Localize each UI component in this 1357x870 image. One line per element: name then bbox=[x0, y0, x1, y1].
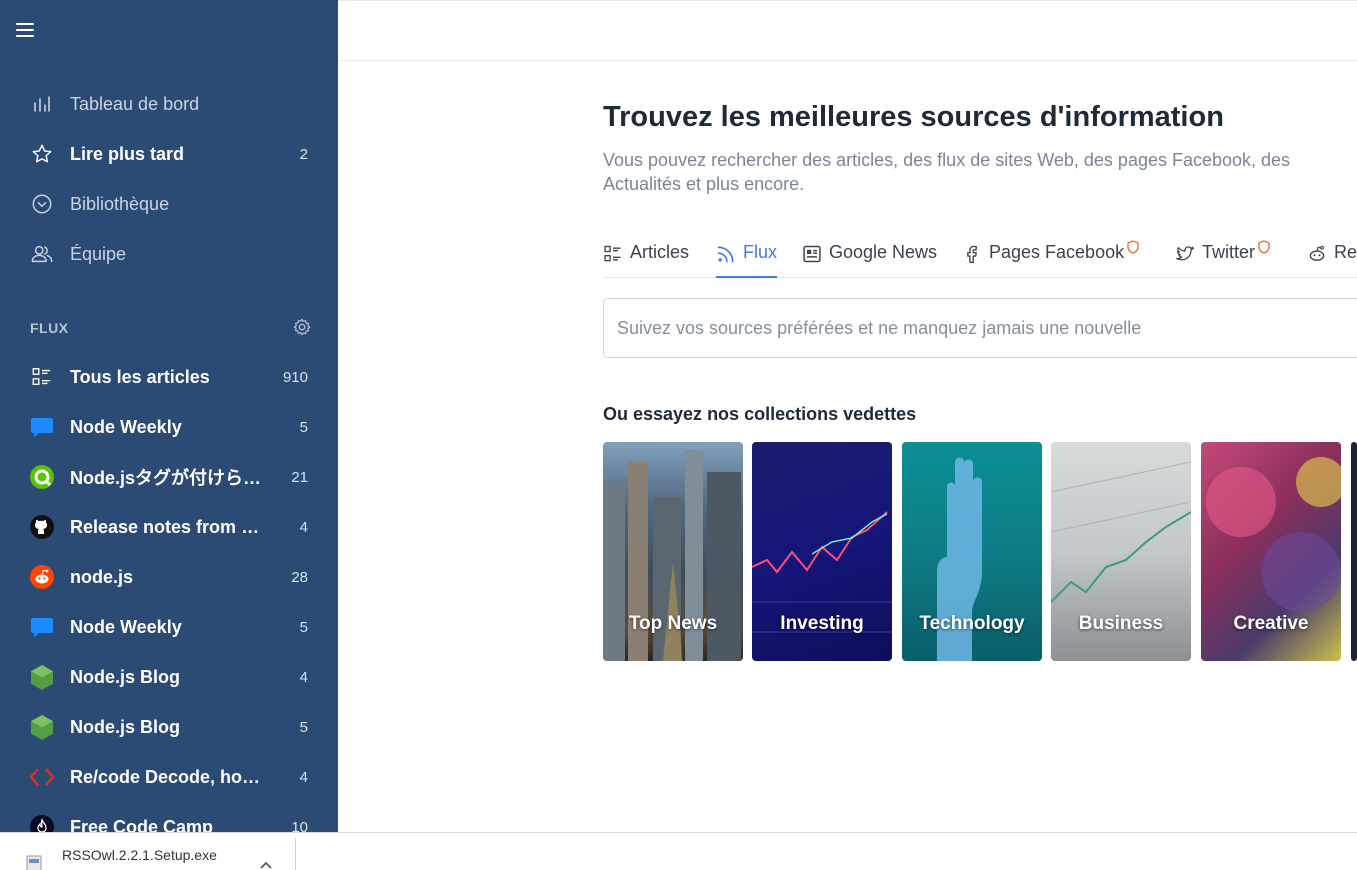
count-badge: 4 bbox=[299, 668, 308, 686]
tab-flux[interactable]: Flux bbox=[716, 242, 778, 278]
count-badge: 5 bbox=[299, 718, 308, 736]
page-description: Vous pouvez rechercher des articles, des… bbox=[603, 150, 1291, 194]
chat-bubble-icon bbox=[30, 415, 54, 439]
count-badge: 4 bbox=[299, 768, 308, 786]
tab-label: Pages Facebook bbox=[989, 242, 1125, 262]
premium-shield-icon bbox=[1127, 238, 1139, 254]
feed-label: node.js bbox=[70, 566, 134, 587]
divider bbox=[295, 838, 296, 870]
count-badge: 28 bbox=[291, 568, 308, 586]
count-badge: 10 bbox=[291, 818, 308, 833]
collection-card-top-news[interactable]: Top News bbox=[603, 442, 743, 661]
menu-icon[interactable] bbox=[16, 23, 34, 39]
feed-label: Node Weekly bbox=[70, 616, 182, 637]
feed-item-node-weekly-2[interactable]: Node Weekly 5 bbox=[0, 607, 338, 647]
bar-chart-icon bbox=[30, 92, 54, 116]
count-badge: 2 bbox=[299, 145, 308, 163]
github-icon bbox=[30, 515, 54, 539]
nav-label: Tableau de bord bbox=[70, 93, 200, 114]
feed-item-github-node[interactable]: Release notes from node 4 bbox=[0, 507, 338, 547]
collection-label: Creative bbox=[1233, 613, 1309, 634]
tab-label: Google News bbox=[829, 242, 938, 262]
collection-card-investing[interactable]: Investing bbox=[752, 442, 892, 661]
feed-item-all-articles[interactable]: Tous les articles 910 bbox=[0, 357, 338, 397]
count-badge: 21 bbox=[291, 468, 308, 486]
installer-file-icon bbox=[25, 854, 43, 870]
tab-articles[interactable]: Articles bbox=[603, 242, 689, 278]
gear-icon[interactable] bbox=[292, 317, 312, 337]
collection-card-partial[interactable] bbox=[1351, 442, 1357, 661]
tab-label: Articles bbox=[630, 242, 690, 262]
users-icon bbox=[30, 242, 54, 266]
collection-label: Technology bbox=[919, 613, 1025, 634]
section-title-flux: FLUX bbox=[30, 320, 69, 336]
feed-item-qiita-node[interactable]: Node.jsタグが付けられ... 21 bbox=[0, 457, 338, 497]
feed-label: Free Code Camp bbox=[70, 816, 214, 833]
feed-item-recode-decode[interactable]: Re/code Decode, hoste... 4 bbox=[0, 757, 338, 797]
count-badge: 5 bbox=[299, 418, 308, 436]
collection-label: Top News bbox=[628, 613, 718, 634]
count-badge: 4 bbox=[299, 518, 308, 536]
collection-label: Investing bbox=[780, 613, 864, 634]
page-title: Trouvez les meilleures sources d'informa… bbox=[603, 101, 1224, 133]
chevron-circle-icon bbox=[30, 192, 54, 216]
reddit-icon bbox=[1307, 244, 1327, 264]
collections-heading: Ou essayez nos collections vedettes bbox=[603, 404, 917, 424]
nav-read-later[interactable]: Lire plus tard 2 bbox=[0, 134, 338, 174]
nodejs-hexagon-icon bbox=[30, 665, 54, 690]
source-tabs: Articles Flux Google News Pages Facebook bbox=[603, 238, 1357, 278]
nav-label: Bibliothèque bbox=[70, 193, 170, 214]
count-badge: 5 bbox=[299, 618, 308, 636]
newspaper-icon bbox=[802, 244, 822, 264]
tab-facebook-pages[interactable]: Pages Facebook bbox=[962, 240, 1139, 278]
collection-label: Business bbox=[1078, 613, 1164, 634]
tab-twitter[interactable]: Twitter bbox=[1175, 240, 1270, 278]
star-icon bbox=[30, 142, 54, 166]
feed-item-nodejs-blog[interactable]: Node.js Blog 4 bbox=[0, 657, 338, 697]
feed-label: Node Weekly bbox=[70, 416, 182, 437]
count-badge: 910 bbox=[282, 368, 308, 386]
qiita-icon bbox=[30, 465, 54, 489]
feed-item-node-weekly[interactable]: Node Weekly 5 bbox=[0, 407, 338, 447]
feed-label: Release notes from node bbox=[70, 516, 270, 537]
sidebar: Tableau de bord Lire plus tard 2 Bibliot… bbox=[0, 0, 338, 832]
twitter-icon bbox=[1175, 244, 1195, 264]
feed-label: Node.js Blog bbox=[70, 716, 181, 737]
tab-reddit[interactable]: Re bbox=[1307, 242, 1357, 278]
source-search-input[interactable] bbox=[603, 298, 1357, 358]
nav-label: Lire plus tard bbox=[70, 143, 185, 164]
collection-card-creative[interactable]: Creative bbox=[1201, 442, 1341, 661]
top-bar bbox=[338, 0, 1357, 61]
nodejs-hexagon-icon bbox=[30, 715, 54, 740]
feed-item-nodejs-blog-2[interactable]: Node.js Blog 5 bbox=[0, 707, 338, 747]
articles-icon bbox=[603, 244, 623, 264]
code-brackets-icon bbox=[30, 765, 54, 789]
tab-google-news[interactable]: Google News bbox=[802, 242, 937, 278]
collection-card-business[interactable]: Business bbox=[1051, 442, 1191, 661]
nav-dashboard[interactable]: Tableau de bord bbox=[0, 84, 338, 124]
facebook-icon bbox=[962, 244, 982, 264]
feed-label: Tous les articles bbox=[70, 366, 210, 387]
tab-label: Twitter bbox=[1202, 242, 1256, 262]
rss-icon bbox=[716, 244, 736, 264]
chat-bubble-icon bbox=[30, 615, 54, 639]
list-icon bbox=[30, 365, 54, 389]
tab-label: Re bbox=[1334, 242, 1357, 262]
collection-card-technology[interactable]: Technology bbox=[902, 442, 1042, 661]
reddit-icon bbox=[30, 565, 54, 589]
fire-icon bbox=[30, 815, 54, 832]
feed-label: Node.jsタグが付けられ... bbox=[70, 468, 270, 488]
nav-library[interactable]: Bibliothèque bbox=[0, 184, 338, 224]
feed-item-reddit-node[interactable]: node.js 28 bbox=[0, 557, 338, 597]
download-filename[interactable]: RSSOwl.2.2.1.Setup.exe bbox=[62, 847, 217, 863]
feed-item-free-code-camp[interactable]: Free Code Camp 10 bbox=[0, 807, 338, 832]
premium-shield-icon bbox=[1258, 238, 1270, 254]
nav-label: Équipe bbox=[70, 243, 127, 264]
tab-label: Flux bbox=[743, 242, 778, 262]
feed-label: Re/code Decode, hoste... bbox=[70, 766, 270, 787]
nav-team[interactable]: Équipe bbox=[0, 234, 338, 274]
feed-label: Node.js Blog bbox=[70, 666, 181, 687]
chevron-up-icon[interactable] bbox=[258, 858, 274, 870]
